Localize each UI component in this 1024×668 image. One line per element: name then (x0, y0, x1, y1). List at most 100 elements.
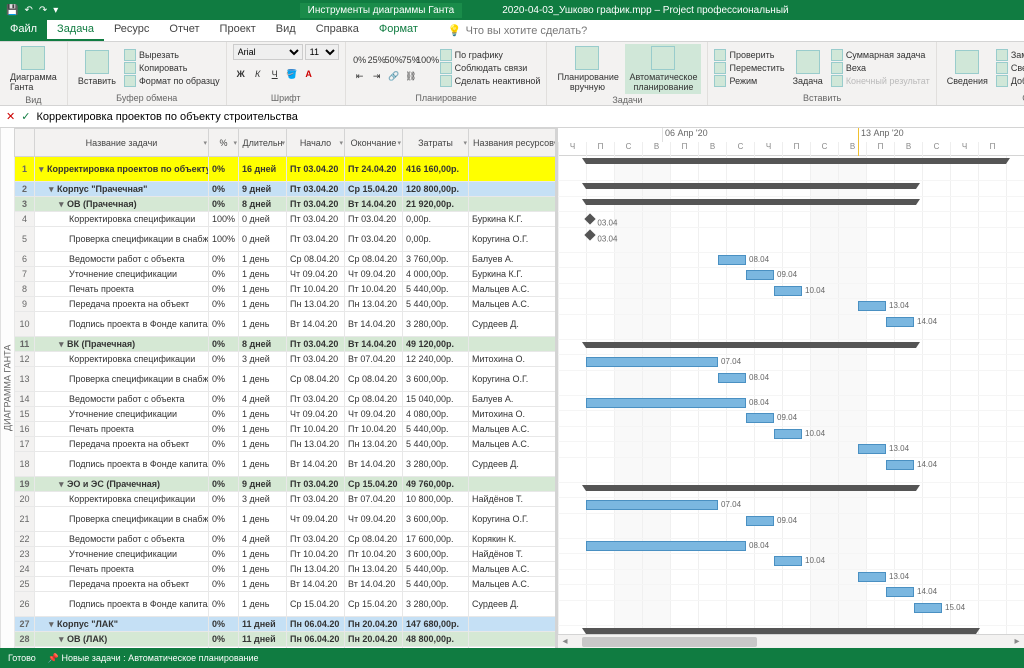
gantt-row[interactable]: 09.04 (558, 514, 1024, 539)
cell-duration[interactable]: 1 день (239, 297, 287, 312)
chevron-down-icon[interactable]: ▾ (233, 139, 237, 147)
gantt-row[interactable]: 08.04 (558, 539, 1024, 555)
cell-cost[interactable]: 3 280,00р. (403, 312, 469, 337)
undo-icon[interactable]: ↶ (24, 5, 32, 16)
cell-pct[interactable]: 0% (209, 407, 239, 422)
cell-duration[interactable]: 1 день (239, 282, 287, 297)
cell-name[interactable]: Печать проекта (35, 562, 209, 577)
cell-start[interactable]: Пн 13.04.20 (287, 437, 345, 452)
cell-name[interactable]: Уточнение спецификации (35, 547, 209, 562)
task-table[interactable]: Название задачи▾ %▾ Длительн▾ Начало▾ Ок… (14, 128, 558, 648)
cell-pct[interactable]: 0% (209, 577, 239, 592)
underline-button[interactable]: Ч (267, 66, 283, 82)
col-duration[interactable]: Длительн▾ (239, 129, 287, 157)
table-row[interactable]: 4Корректировка спецификации100%0 днейПт … (15, 212, 559, 227)
inactivate-button[interactable]: Сделать неактивной (440, 75, 541, 87)
cell-cost[interactable]: 49 120,00р. (403, 337, 469, 352)
task-bar[interactable]: 09.04 (746, 270, 774, 280)
copy-button[interactable]: Копировать (124, 62, 220, 74)
tell-me[interactable]: 💡 Что вы хотите сделать? (448, 20, 587, 41)
col-start[interactable]: Начало▾ (287, 129, 345, 157)
cell-end[interactable]: Пт 24.04.20 (345, 157, 403, 182)
col-cost[interactable]: Затраты▾ (403, 129, 469, 157)
cell-resources[interactable] (469, 477, 559, 492)
cell-name[interactable]: Корректировка спецификации (35, 352, 209, 367)
pct-100-button[interactable]: 100% (420, 52, 436, 68)
cell-name[interactable]: Ведомости работ с объекта (35, 532, 209, 547)
cell-pct[interactable]: 0% (209, 562, 239, 577)
save-icon[interactable]: 💾 (6, 5, 18, 16)
cell-name[interactable]: Передача проекта на объект (35, 577, 209, 592)
cell-start[interactable]: Ср 15.04.20 (287, 592, 345, 617)
qat-more-icon[interactable]: ▾ (53, 5, 58, 16)
gantt-row[interactable]: 07.04 (558, 355, 1024, 371)
cell-pct[interactable]: 0% (209, 312, 239, 337)
cell-cost[interactable]: 5 440,00р. (403, 282, 469, 297)
cell-end[interactable]: Ср 15.04.20 (345, 592, 403, 617)
cell-start[interactable]: Пн 13.04.20 (287, 562, 345, 577)
table-row[interactable]: 6Ведомости работ с объекта0%1 деньСр 08.… (15, 252, 559, 267)
summary-bar[interactable] (586, 628, 976, 634)
cell-end[interactable]: Пн 13.04.20 (345, 562, 403, 577)
task-bar[interactable]: 15.04 (914, 603, 942, 613)
cell-cost[interactable]: 4 080,00р. (403, 407, 469, 422)
cell-end[interactable]: Ср 08.04.20 (345, 252, 403, 267)
cell-name[interactable]: Корректировка спецификации (35, 212, 209, 227)
cell-resources[interactable]: Сурдеев Д. (469, 592, 559, 617)
gantt-body[interactable]: 03.0403.0408.0409.0410.0413.0414.0407.04… (558, 156, 1024, 648)
gantt-row[interactable]: 13.04 (558, 570, 1024, 586)
cell-duration[interactable]: 1 день (239, 452, 287, 477)
table-row[interactable]: 20Корректировка спецификации0%3 днейПт 0… (15, 492, 559, 507)
gantt-row[interactable]: 13.04 (558, 299, 1024, 315)
cell-pct[interactable]: 0% (209, 437, 239, 452)
cell-pct[interactable]: 0% (209, 422, 239, 437)
table-row[interactable]: 17Передача проекта на объект0%1 деньПн 1… (15, 437, 559, 452)
cell-cost[interactable]: 0,00р. (403, 227, 469, 252)
cell-cost[interactable]: 120 800,00р. (403, 182, 469, 197)
cell-cost[interactable]: 5 440,00р. (403, 562, 469, 577)
cell-start[interactable]: Ср 08.04.20 (287, 252, 345, 267)
cell-cost[interactable]: 3 760,00р. (403, 252, 469, 267)
font-color-button[interactable]: A (301, 66, 317, 82)
cell-end[interactable]: Вт 14.04.20 (345, 312, 403, 337)
cell-duration[interactable]: 1 день (239, 562, 287, 577)
gantt-row[interactable]: 10.04 (558, 554, 1024, 570)
gantt-row[interactable]: 08.04 (558, 396, 1024, 412)
cell-cost[interactable]: 21 920,00р. (403, 197, 469, 212)
cell-end[interactable]: Вт 07.04.20 (345, 352, 403, 367)
gantt-row[interactable]: 14.04 (558, 315, 1024, 340)
link-button[interactable]: 🔗 (386, 69, 402, 85)
chevron-down-icon[interactable]: ▾ (463, 139, 467, 147)
cell-name[interactable]: Ведомости работ с объекта (35, 252, 209, 267)
table-row[interactable]: 2▾Корпус "Прачечная"0%9 днейПт 03.04.20С… (15, 182, 559, 197)
cell-resources[interactable] (469, 632, 559, 647)
cell-pct[interactable]: 100% (209, 212, 239, 227)
cell-name[interactable]: Уточнение спецификации (35, 267, 209, 282)
gantt-timescale[interactable]: 06 Апр '20 13 Апр '20 ЧПСВПВСЧПСВПВСЧП (558, 128, 1024, 156)
col-pct[interactable]: %▾ (209, 129, 239, 157)
task-bar[interactable]: 14.04 (886, 460, 914, 470)
cell-start[interactable]: Пт 03.04.20 (287, 182, 345, 197)
cell-duration[interactable]: 1 день (239, 547, 287, 562)
cell-resources[interactable]: Буркина К.Г. (469, 267, 559, 282)
cell-name[interactable]: Подпись проекта в Фонде капитального стр… (35, 592, 209, 617)
table-row[interactable]: 25Передача проекта на объект0%1 деньВт 1… (15, 577, 559, 592)
task-bar[interactable]: 10.04 (774, 286, 802, 296)
cell-name[interactable]: ▾ОВ (ЛАК) (35, 632, 209, 647)
cell-resources[interactable] (469, 337, 559, 352)
outdent-button[interactable]: ⇤ (352, 69, 368, 85)
task-bar[interactable]: 14.04 (886, 317, 914, 327)
cell-cost[interactable]: 147 680,00р. (403, 617, 469, 632)
cell-end[interactable]: Пт 10.04.20 (345, 422, 403, 437)
cell-start[interactable]: Пн 13.04.20 (287, 297, 345, 312)
cell-start[interactable]: Пт 03.04.20 (287, 352, 345, 367)
cell-cost[interactable]: 0,00р. (403, 212, 469, 227)
gantt-row[interactable]: 09.04 (558, 268, 1024, 284)
task-bar[interactable]: 07.04 (586, 357, 718, 367)
cell-resources[interactable] (469, 157, 559, 182)
manual-schedule-button[interactable]: Планирование вручную (553, 44, 621, 94)
summary-bar[interactable] (586, 183, 916, 189)
cut-button[interactable]: Вырезать (124, 49, 220, 61)
mode-button[interactable]: Режим (714, 75, 784, 87)
cell-end[interactable]: Пт 03.04.20 (345, 212, 403, 227)
